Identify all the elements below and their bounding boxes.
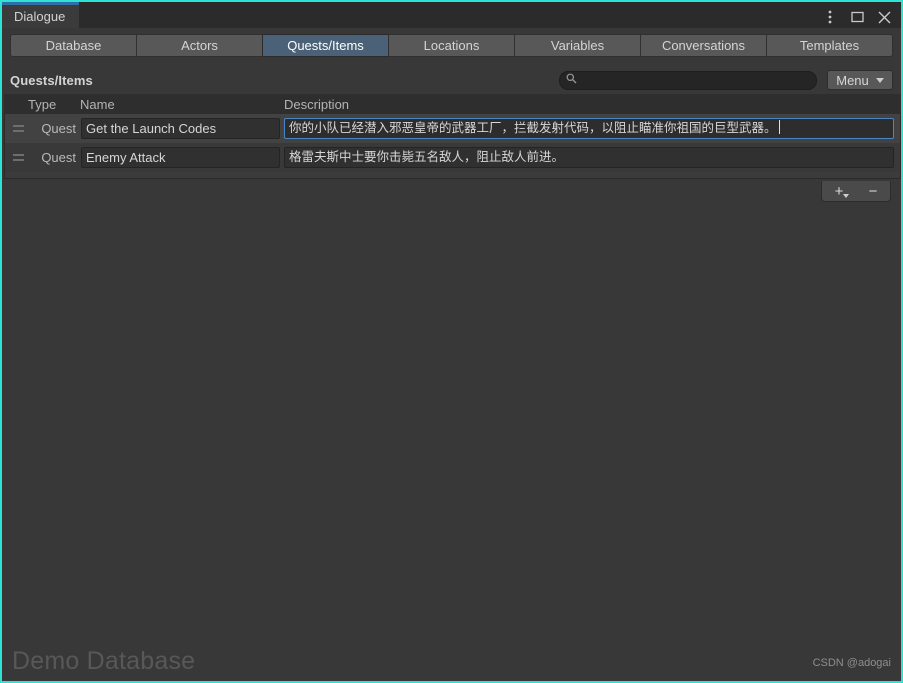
section-tabstrip: Database Actors Quests/Items Locations V…: [2, 30, 901, 60]
header-type: Type: [28, 96, 57, 112]
row-description-input[interactable]: 你的小队已经潜入邪恶皇帝的武器工厂，拦截发射代码，以阻止瞄准你祖国的巨型武器。: [284, 118, 894, 139]
tab-database[interactable]: Database: [10, 33, 137, 57]
text-cursor: [778, 120, 780, 134]
header-name: Name: [80, 96, 115, 112]
tab-label: Database: [45, 37, 102, 53]
empty-content-area: [4, 214, 899, 679]
titlebar-spacer: [79, 27, 823, 28]
row-description-input[interactable]: 格雷夫斯中士要你击毙五名敌人，阻止敌人前进。: [284, 147, 894, 168]
window-titlebar: Dialogue: [2, 2, 901, 28]
menu-button-label: Menu: [836, 72, 869, 88]
chevron-down-icon: [843, 194, 849, 198]
table-row[interactable]: Quest Enemy Attack 格雷夫斯中士要你击毙五名敌人，阻止敌人前进…: [5, 143, 900, 172]
tab-variables[interactable]: Variables: [514, 33, 641, 57]
kebab-menu-icon[interactable]: [823, 10, 837, 24]
menu-button[interactable]: Menu: [827, 70, 893, 90]
row-name-input[interactable]: Enemy Attack: [81, 147, 280, 168]
remove-item-label: −: [868, 182, 878, 200]
row-name-input[interactable]: Get the Launch Codes: [81, 118, 280, 139]
chevron-down-icon: [875, 77, 884, 83]
table-row[interactable]: Quest Get the Launch Codes 你的小队已经潜入邪恶皇帝的…: [5, 114, 900, 143]
tab-templates[interactable]: Templates: [766, 33, 893, 57]
tab-actors[interactable]: Actors: [136, 33, 263, 57]
row-description-text: 你的小队已经潜入邪恶皇帝的武器工厂，拦截发射代码，以阻止瞄准你祖国的巨型武器。: [289, 121, 777, 135]
tab-label: Variables: [550, 37, 605, 53]
tab-label: Locations: [423, 37, 480, 53]
window-tab-dialogue[interactable]: Dialogue: [2, 2, 80, 28]
database-watermark: Demo Database: [12, 647, 196, 675]
search-input[interactable]: [577, 72, 810, 88]
add-remove-button-group: + −: [821, 181, 891, 202]
drag-handle-icon[interactable]: [5, 125, 29, 132]
add-item-button[interactable]: +: [826, 182, 852, 200]
page-title: Quests/Items: [10, 72, 93, 88]
header-description: Description: [284, 96, 350, 112]
tab-quests-items[interactable]: Quests/Items: [262, 33, 389, 57]
tab-label: Conversations: [661, 37, 746, 53]
drag-handle-icon[interactable]: [5, 154, 29, 161]
credit-watermark: CSDN @adogai: [812, 657, 891, 669]
tab-locations[interactable]: Locations: [388, 33, 515, 57]
tab-conversations[interactable]: Conversations: [640, 33, 767, 57]
tab-label: Quests/Items: [287, 37, 364, 53]
window-title: Dialogue: [14, 8, 66, 24]
list-footer: + −: [4, 179, 901, 202]
row-type: Quest: [41, 150, 76, 165]
tab-label: Templates: [799, 37, 860, 53]
search-icon: [566, 73, 577, 87]
maximize-icon[interactable]: [850, 10, 864, 24]
section-toolbar: Quests/Items Menu: [2, 66, 901, 94]
remove-item-button[interactable]: −: [860, 182, 886, 200]
list-header-row: Type Name Description: [4, 94, 901, 114]
tab-label: Actors: [181, 37, 218, 53]
row-type: Quest: [41, 121, 76, 136]
quests-list-panel: Type Name Description Quest Get the Laun…: [4, 94, 901, 202]
close-icon[interactable]: [877, 10, 891, 24]
window-controls: [823, 10, 901, 28]
list-body: Quest Get the Launch Codes 你的小队已经潜入邪恶皇帝的…: [4, 114, 901, 179]
dialogue-editor-window: Dialogue Database Actors Quests/Items Lo…: [0, 0, 903, 683]
search-field[interactable]: [559, 70, 817, 90]
